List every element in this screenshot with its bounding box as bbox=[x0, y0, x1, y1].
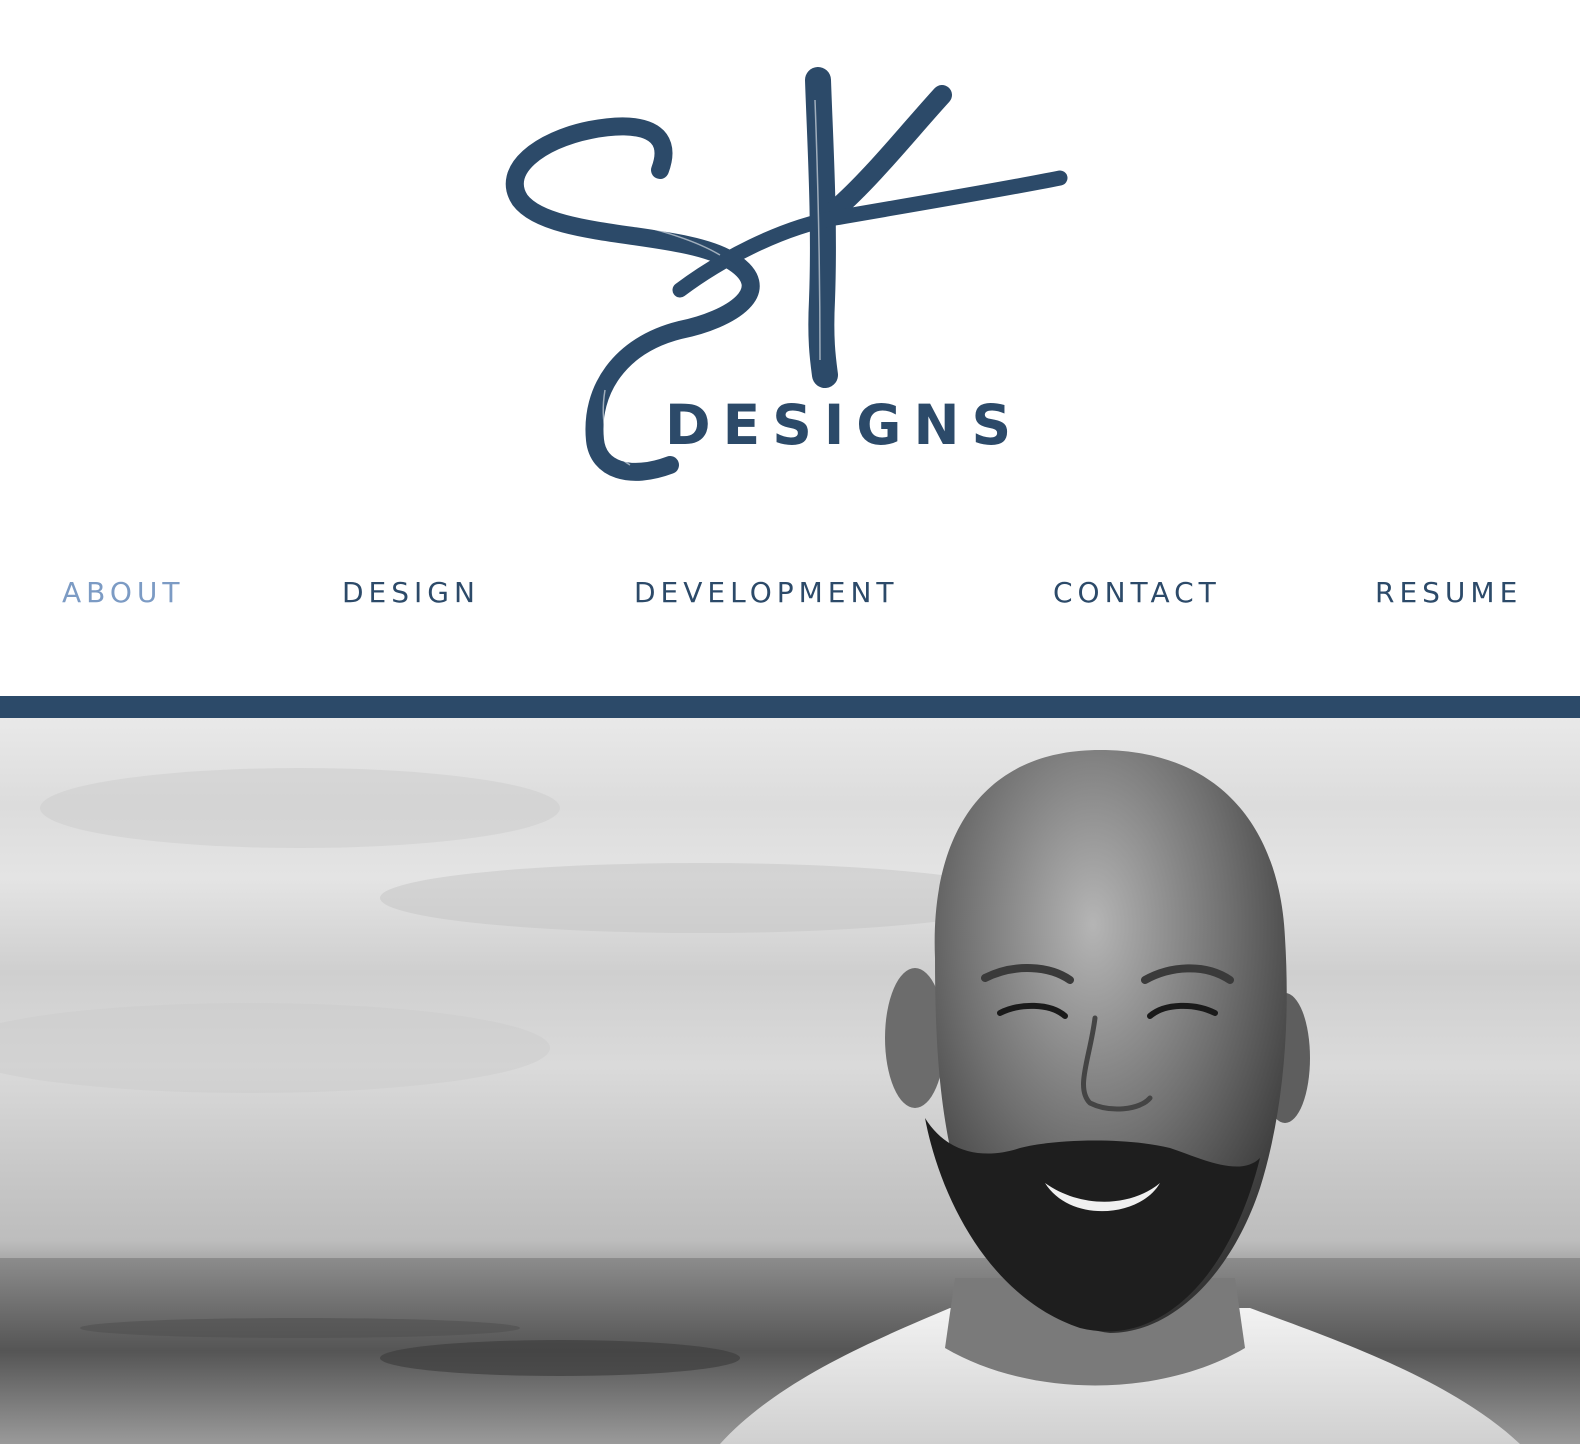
nav-item-resume[interactable]: RESUME bbox=[1375, 568, 1522, 618]
nav-item-about[interactable]: ABOUT bbox=[62, 568, 185, 618]
nav-item-design[interactable]: DESIGN bbox=[342, 568, 480, 618]
nav-item-development[interactable]: DEVELOPMENT bbox=[634, 568, 899, 618]
site-logo[interactable]: DESIGNS bbox=[480, 60, 1100, 500]
nav-item-contact[interactable]: CONTACT bbox=[1053, 568, 1221, 618]
main-nav: ABOUT DESIGN DEVELOPMENT CONTACT RESUME bbox=[0, 568, 1580, 618]
hero-portrait-photo bbox=[0, 718, 1580, 1444]
page: DESIGNS ABOUT DESIGN DEVELOPMENT CONTACT… bbox=[0, 0, 1580, 1444]
portrait-image bbox=[0, 750, 1580, 1444]
logo-wordmark: DESIGNS bbox=[665, 393, 1024, 457]
header-divider bbox=[0, 696, 1580, 718]
